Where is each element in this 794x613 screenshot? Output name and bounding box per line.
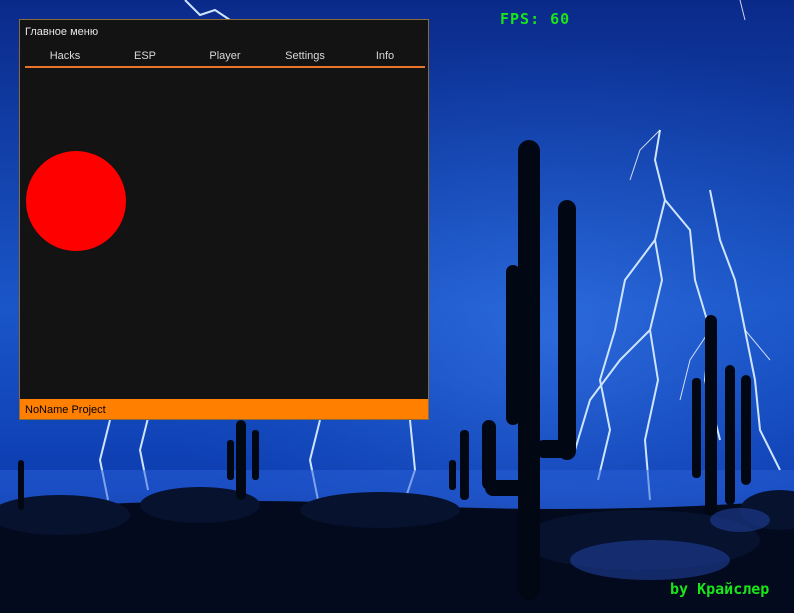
tab-esp[interactable]: ESP xyxy=(105,48,185,66)
menu-footer: NoName Project xyxy=(20,399,428,419)
footer-label: NoName Project xyxy=(25,404,106,416)
tab-settings[interactable]: Settings xyxy=(265,48,345,66)
tab-player[interactable]: Player xyxy=(185,48,265,66)
author-credit: by Крайслер xyxy=(670,580,770,598)
menu-tabs: Hacks ESP Player Settings Info xyxy=(25,48,425,68)
menu-title: Главное меню xyxy=(25,26,99,38)
tab-hacks[interactable]: Hacks xyxy=(25,48,105,66)
tab-info[interactable]: Info xyxy=(345,48,425,66)
cheat-menu-window[interactable]: Главное меню Hacks ESP Player Settings I… xyxy=(19,19,429,420)
fps-counter: FPS: 60 xyxy=(500,10,571,28)
red-circle-indicator xyxy=(26,151,126,251)
